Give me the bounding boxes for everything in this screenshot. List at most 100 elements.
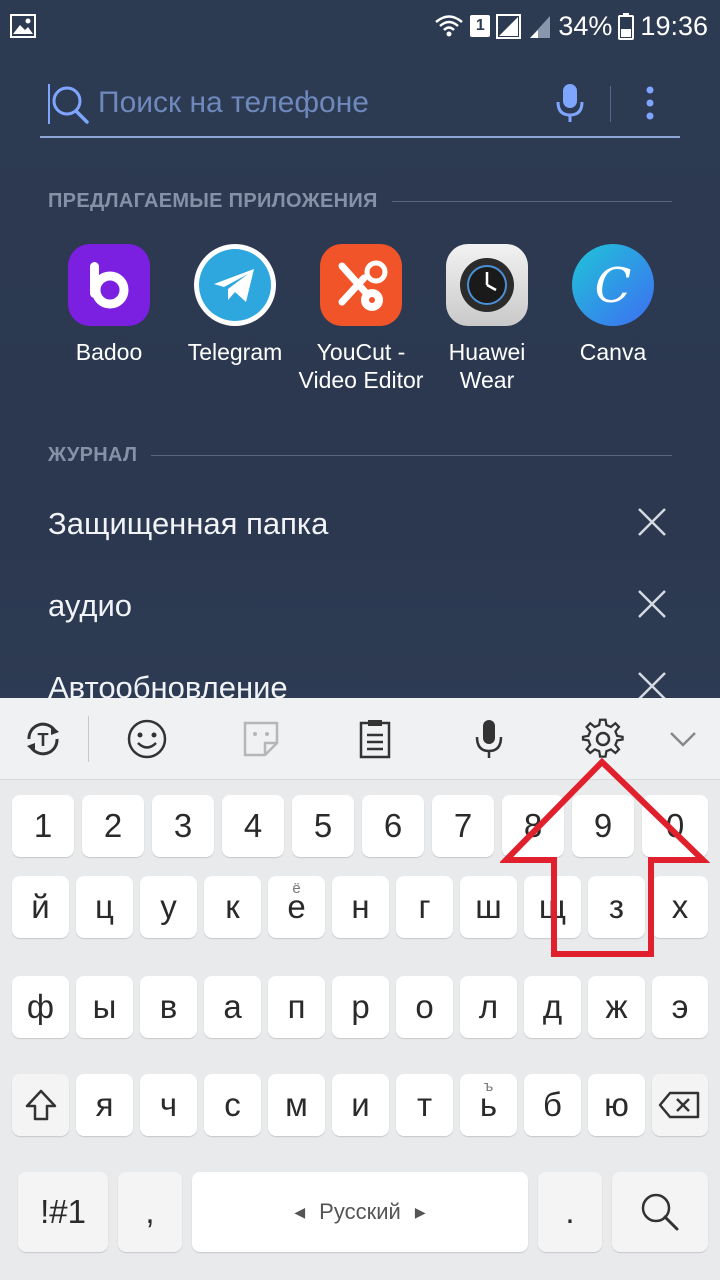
key[interactable]: а [204, 976, 261, 1038]
suggested-apps-title: ПРЕДЛАГАЕМЫЕ ПРИЛОЖЕНИЯ [48, 190, 378, 212]
space-key[interactable]: ◀ Русский ▶ [192, 1172, 528, 1252]
emoji-icon [127, 719, 167, 759]
key[interactable]: ж [588, 976, 645, 1038]
clipboard-button[interactable] [350, 714, 400, 764]
header-line [151, 455, 672, 456]
key[interactable]: б [524, 1074, 581, 1136]
shift-key[interactable] [12, 1074, 69, 1136]
key[interactable]: н [332, 876, 389, 938]
app-label: Huawei Wear [448, 339, 526, 393]
app-label: YouCut - Video Editor [298, 339, 424, 393]
emoji-button[interactable] [122, 714, 172, 764]
key[interactable]: ы [76, 976, 133, 1038]
key-soft-sign[interactable]: ъ ь [460, 1074, 517, 1136]
key[interactable]: ю [588, 1074, 645, 1136]
app-huawei-wear[interactable]: Huawei Wear [422, 244, 552, 394]
key[interactable]: ц [76, 876, 133, 938]
battery-percent: 34% [558, 10, 613, 41]
more-options-icon[interactable] [640, 84, 660, 124]
key[interactable]: я [76, 1074, 133, 1136]
canva-icon: C [572, 244, 654, 326]
collapse-keyboard-button[interactable] [658, 714, 708, 764]
app-label: Canva [579, 339, 647, 365]
key[interactable]: в [140, 976, 197, 1038]
app-telegram[interactable]: Telegram [170, 244, 300, 366]
key[interactable]: ч [140, 1074, 197, 1136]
key[interactable]: 1 [12, 795, 74, 857]
app-youcut[interactable]: YouCut - Video Editor [296, 244, 426, 394]
symbols-key[interactable]: !#1 [18, 1172, 108, 1252]
collapse-icon [670, 732, 696, 747]
key[interactable]: 9 [572, 795, 634, 857]
search-key[interactable] [612, 1172, 708, 1252]
key[interactable]: о [396, 976, 453, 1038]
comma-key[interactable]: , [118, 1172, 182, 1252]
key[interactable]: п [268, 976, 325, 1038]
key[interactable]: 8 [502, 795, 564, 857]
key[interactable]: 7 [432, 795, 494, 857]
search-input[interactable] [98, 78, 538, 128]
key[interactable]: 5 [292, 795, 354, 857]
sticker-icon [243, 721, 279, 757]
settings-button[interactable] [578, 714, 628, 764]
key[interactable]: м [268, 1074, 325, 1136]
key[interactable]: 4 [222, 795, 284, 857]
close-icon[interactable] [636, 506, 668, 538]
shift-icon [25, 1089, 56, 1121]
suggested-apps: Badoo Telegram YouCut - Video Editor Hua… [44, 244, 684, 404]
key[interactable]: щ [524, 876, 581, 938]
app-canva[interactable]: C Canva [548, 244, 678, 366]
key-e[interactable]: ё е [268, 876, 325, 938]
voice-input-button[interactable] [464, 714, 514, 764]
key[interactable]: 3 [152, 795, 214, 857]
backspace-key[interactable] [652, 1074, 708, 1136]
key[interactable]: р [332, 976, 389, 1038]
key[interactable]: х [652, 876, 708, 938]
key[interactable]: т [396, 1074, 453, 1136]
backspace-icon [658, 1091, 700, 1119]
key[interactable]: с [204, 1074, 261, 1136]
svg-text:T: T [38, 730, 49, 750]
youcut-icon [320, 244, 402, 326]
key[interactable]: з [588, 876, 645, 938]
close-icon[interactable] [636, 588, 668, 620]
translate-icon: T [27, 722, 59, 756]
key[interactable]: к [204, 876, 261, 938]
history-title: ЖУРНАЛ [48, 444, 138, 466]
key[interactable]: г [396, 876, 453, 938]
key[interactable]: 6 [362, 795, 424, 857]
key-alt-label: ё [292, 880, 301, 897]
clipboard-icon [359, 720, 391, 759]
key[interactable]: у [140, 876, 197, 938]
key[interactable]: и [332, 1074, 389, 1136]
sticker-button[interactable] [236, 714, 286, 764]
search-icon [641, 1193, 679, 1231]
key[interactable]: э [652, 976, 708, 1038]
key[interactable]: 2 [82, 795, 144, 857]
badoo-icon [68, 244, 150, 326]
chevron-left-icon: ◀ [294, 1203, 306, 1220]
translate-button[interactable]: T [18, 714, 68, 764]
mic-icon[interactable] [554, 82, 586, 124]
history-header: ЖУРНАЛ [48, 444, 672, 467]
key[interactable]: ш [460, 876, 517, 938]
battery-icon [618, 13, 635, 40]
key[interactable]: 0 [642, 795, 708, 857]
app-badoo[interactable]: Badoo [44, 244, 174, 366]
history-item[interactable]: аудио [48, 580, 672, 640]
key[interactable]: л [460, 976, 517, 1038]
sim-badge: 1 [470, 15, 491, 37]
clock: 19:36 [640, 10, 708, 41]
chevron-right-icon: ▶ [414, 1203, 426, 1220]
history-item[interactable]: Защищенная папка [48, 498, 672, 558]
period-key[interactable]: . [538, 1172, 602, 1252]
search-divider [610, 86, 611, 122]
key-alt-label: ъ [483, 1078, 494, 1095]
suggested-apps-header: ПРЕДЛАГАЕМЫЕ ПРИЛОЖЕНИЯ [48, 190, 672, 213]
key[interactable]: ф [12, 976, 69, 1038]
key[interactable]: й [12, 876, 69, 938]
key[interactable]: д [524, 976, 581, 1038]
app-label: Badoo [75, 339, 143, 365]
search-bar[interactable] [40, 70, 680, 138]
wifi-icon [435, 15, 464, 37]
